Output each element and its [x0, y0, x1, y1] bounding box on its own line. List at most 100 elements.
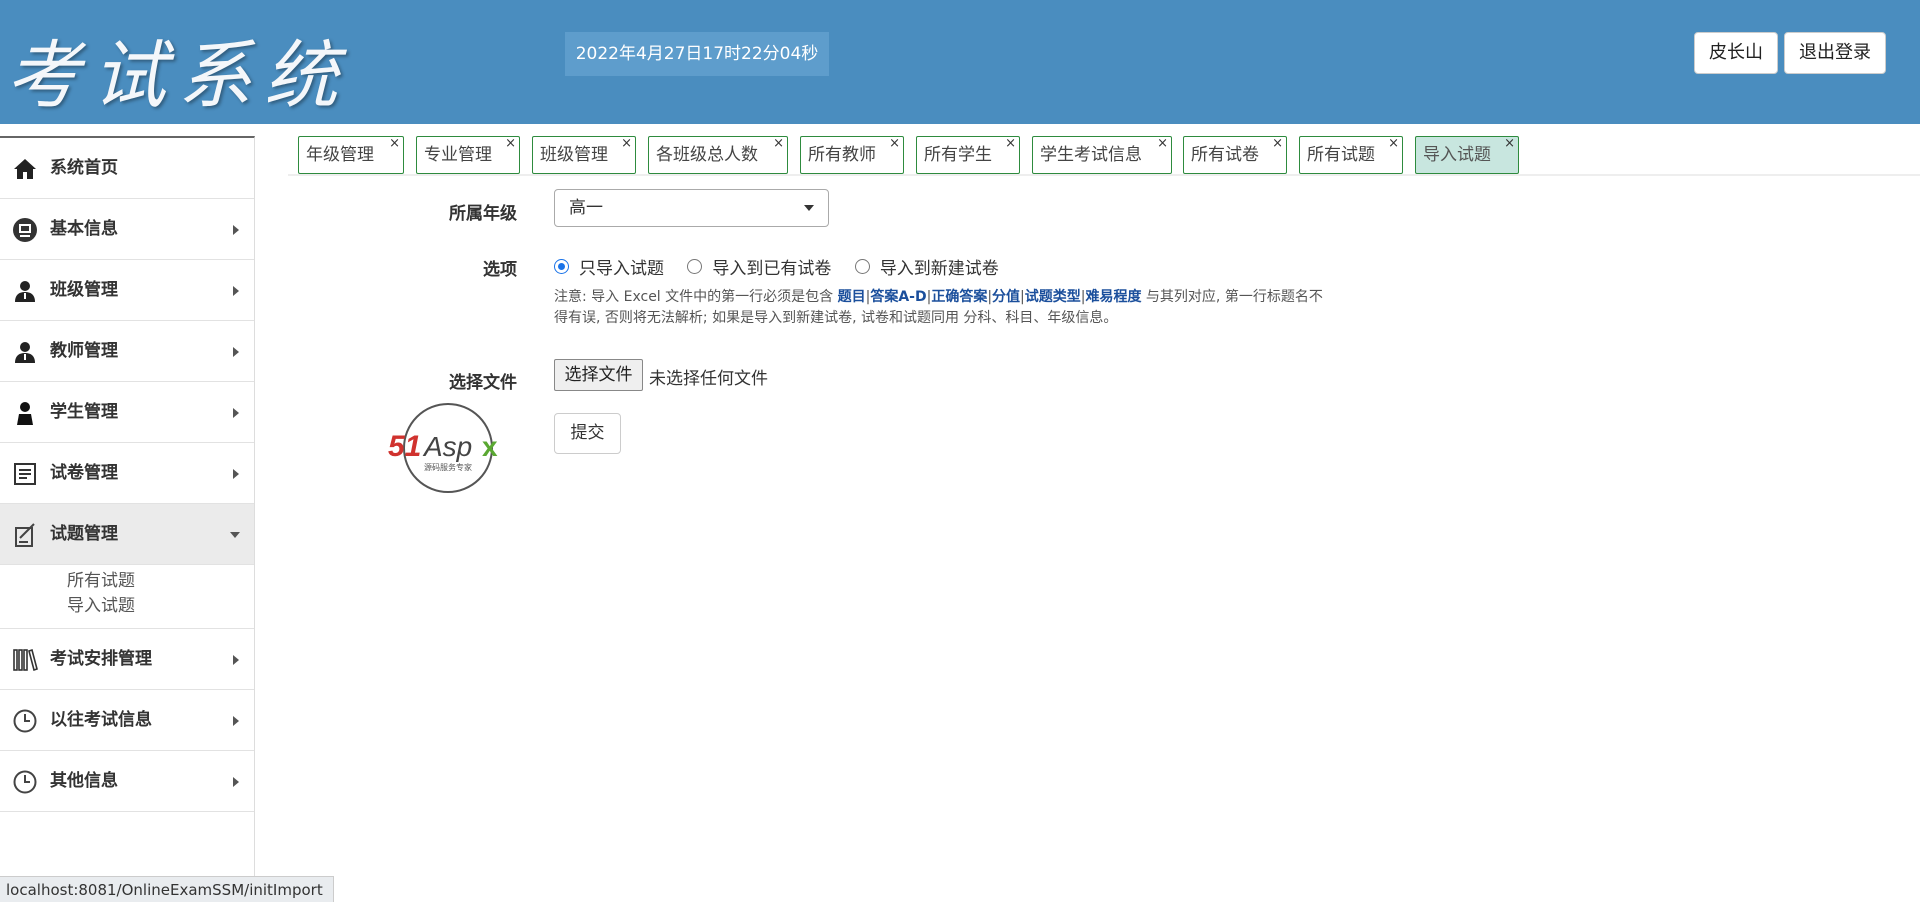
watermark-tagline: 源码服务专家: [424, 462, 472, 472]
close-icon[interactable]: ×: [505, 126, 516, 162]
logout-button[interactable]: 退出登录: [1784, 32, 1886, 74]
caret-right-icon: [233, 286, 239, 296]
radio-import-new-paper[interactable]: [854, 259, 870, 274]
sidebar-item-basic-info[interactable]: 基本信息: [0, 199, 254, 260]
file-label: 选择文件: [449, 373, 517, 393]
tab-all-questions[interactable]: 所有试题 ×: [1299, 136, 1403, 174]
sidebar-item-past-exams[interactable]: 以往考试信息: [0, 690, 254, 751]
grade-label: 所属年级: [449, 204, 517, 224]
note-prefix: 注意: 导入 Excel 文件中的第一行必须是包含: [554, 289, 838, 305]
sidebar-item-label: 教师管理: [50, 341, 118, 361]
sidebar-item-question-management[interactable]: 试题管理: [0, 504, 254, 565]
sidebar-item-exam-schedule[interactable]: 考试安排管理: [0, 629, 254, 690]
question-submenu: 所有试题 导入试题: [0, 565, 254, 629]
sidebar-item-other-info[interactable]: 其他信息: [0, 751, 254, 812]
tab-major-management[interactable]: 专业管理 ×: [416, 136, 520, 174]
sidebar-item-home[interactable]: 系统首页: [0, 138, 254, 199]
close-icon[interactable]: ×: [1157, 126, 1168, 162]
close-icon[interactable]: ×: [621, 126, 632, 162]
close-icon[interactable]: ×: [389, 126, 400, 162]
close-icon[interactable]: ×: [1388, 126, 1399, 162]
note-field: 分值: [992, 289, 1021, 305]
sidebar-item-teacher-management[interactable]: 教师管理: [0, 321, 254, 382]
sidebar: 系统首页 基本信息 班级管理 教师管理 学生管理 试卷管理 试题管理 所有试题 …: [0, 136, 255, 902]
tab-label: 学生考试信息: [1040, 145, 1142, 165]
tab-all-students[interactable]: 所有学生 ×: [916, 136, 1020, 174]
sidebar-item-class-management[interactable]: 班级管理: [0, 260, 254, 321]
file-status: 未选择任何文件: [649, 369, 768, 389]
sidebar-item-label: 学生管理: [50, 402, 118, 422]
caret-right-icon: [233, 408, 239, 418]
close-icon[interactable]: ×: [1005, 126, 1016, 162]
caret-right-icon: [233, 347, 239, 357]
import-note: 注意: 导入 Excel 文件中的第一行必须是包含 题目|答案A-D|正确答案|…: [554, 287, 1324, 329]
sidebar-item-label: 基本信息: [50, 219, 118, 239]
caret-down-icon: [230, 532, 240, 538]
submit-button[interactable]: 提交: [554, 413, 621, 454]
sidebar-item-student-management[interactable]: 学生管理: [0, 382, 254, 443]
radio-label: 只导入试题: [579, 259, 664, 279]
tab-class-headcount[interactable]: 各班级总人数 ×: [648, 136, 788, 174]
tab-grade-management[interactable]: 年级管理 ×: [298, 136, 404, 174]
watermark-brand-x: x: [482, 431, 498, 462]
browser-status-bar: localhost:8081/OnlineExamSSM/initImport: [0, 876, 334, 902]
tab-label: 导入试题: [1423, 145, 1491, 165]
tab-all-papers[interactable]: 所有试卷 ×: [1183, 136, 1287, 174]
sidebar-item-label: 试卷管理: [50, 463, 118, 483]
options-label: 选项: [483, 260, 517, 280]
tab-label: 所有学生: [924, 145, 992, 165]
sidebar-item-label: 考试安排管理: [50, 649, 152, 669]
close-icon[interactable]: ×: [1504, 126, 1515, 162]
caret-right-icon: [233, 469, 239, 479]
watermark-logo: 51 Asp x 源码服务专家: [388, 403, 498, 493]
submenu-item-all-questions[interactable]: 所有试题: [0, 569, 254, 594]
tab-student-exam-info[interactable]: 学生考试信息 ×: [1032, 136, 1172, 174]
clock-icon: [13, 770, 37, 794]
user-icon: [15, 342, 35, 363]
tab-all-teachers[interactable]: 所有教师 ×: [800, 136, 904, 174]
chevron-down-icon: [804, 205, 814, 211]
current-datetime: 2022年4月27日17时22分04秒: [565, 32, 829, 76]
tab-label: 年级管理: [306, 145, 374, 165]
user-icon: [15, 281, 35, 302]
radio-import-questions-only[interactable]: [554, 259, 569, 274]
submenu-item-import-questions[interactable]: 导入试题: [0, 594, 254, 619]
tab-label: 专业管理: [424, 145, 492, 165]
home-icon: [14, 159, 36, 179]
grade-select[interactable]: 高一: [554, 189, 829, 227]
header: 考试系统 2022年4月27日17时22分04秒 皮长山 退出登录: [0, 0, 1920, 124]
note-field: 答案A-D: [870, 289, 927, 305]
close-icon[interactable]: ×: [1272, 126, 1283, 162]
tab-label: 所有教师: [808, 145, 876, 165]
sidebar-item-paper-management[interactable]: 试卷管理: [0, 443, 254, 504]
quiz-icon: [15, 523, 35, 547]
import-option-group: 只导入试题 导入到已有试卷 导入到新建试卷: [554, 254, 1017, 279]
tab-label: 各班级总人数: [656, 145, 758, 165]
note-field: 难易程度: [1085, 289, 1142, 305]
sidebar-item-label: 其他信息: [50, 771, 118, 791]
note-field: 试题类型: [1024, 289, 1081, 305]
user-button[interactable]: 皮长山: [1694, 32, 1778, 74]
caret-right-icon: [233, 716, 239, 726]
watermark-brand-51: 51: [388, 430, 421, 463]
choose-file-button[interactable]: 选择文件: [554, 359, 643, 391]
sidebar-item-label: 试题管理: [50, 524, 118, 544]
radio-label: 导入到新建试卷: [879, 259, 999, 279]
caret-right-icon: [233, 225, 239, 235]
student-icon: [17, 402, 33, 425]
sidebar-item-label: 班级管理: [50, 280, 118, 300]
clock-icon: [13, 709, 37, 733]
app-logo: 考试系统: [6, 33, 350, 119]
tab-label: 所有试题: [1307, 145, 1375, 165]
close-icon[interactable]: ×: [773, 126, 784, 162]
caret-right-icon: [233, 777, 239, 787]
radio-label: 导入到已有试卷: [712, 259, 832, 279]
tab-class-management[interactable]: 班级管理 ×: [532, 136, 636, 174]
sidebar-item-label: 以往考试信息: [50, 710, 152, 730]
radio-import-existing-paper[interactable]: [687, 259, 703, 274]
tab-import-questions[interactable]: 导入试题 ×: [1415, 136, 1519, 174]
close-icon[interactable]: ×: [889, 126, 900, 162]
books-icon: [13, 648, 38, 672]
watermark-brand-aspx: Asp: [422, 431, 472, 462]
caret-right-icon: [233, 655, 239, 665]
